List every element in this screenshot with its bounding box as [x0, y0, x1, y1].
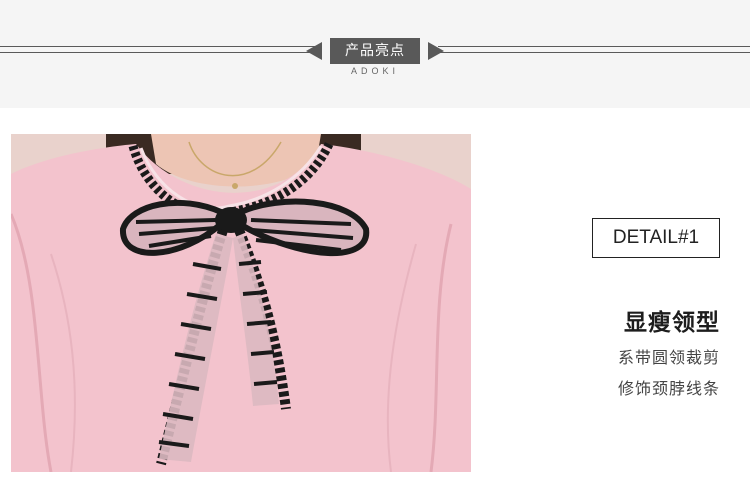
badge-arrow-right-icon	[428, 42, 444, 60]
detail-description-line: 修饰颈脖线条	[617, 379, 720, 398]
badge-arrow-left-icon	[306, 42, 322, 60]
detail-title: 显瘦领型	[624, 310, 720, 336]
product-detail-page: 产品亮点 ADOKI DETAIL#1 显瘦领型 系带圆领裁剪 修饰颈脖线条	[0, 0, 750, 502]
detail-tag: DETAIL#1	[592, 218, 720, 258]
product-photo	[11, 134, 471, 472]
header-divider-right	[438, 46, 750, 53]
detail-description-line: 系带圆领裁剪	[617, 348, 720, 367]
header-divider-left	[0, 46, 316, 53]
section-header: 产品亮点 ADOKI	[0, 0, 750, 108]
section-badge-label: 产品亮点	[330, 38, 420, 64]
brand-subtitle: ADOKI	[350, 66, 399, 76]
section-badge: 产品亮点	[306, 38, 444, 64]
